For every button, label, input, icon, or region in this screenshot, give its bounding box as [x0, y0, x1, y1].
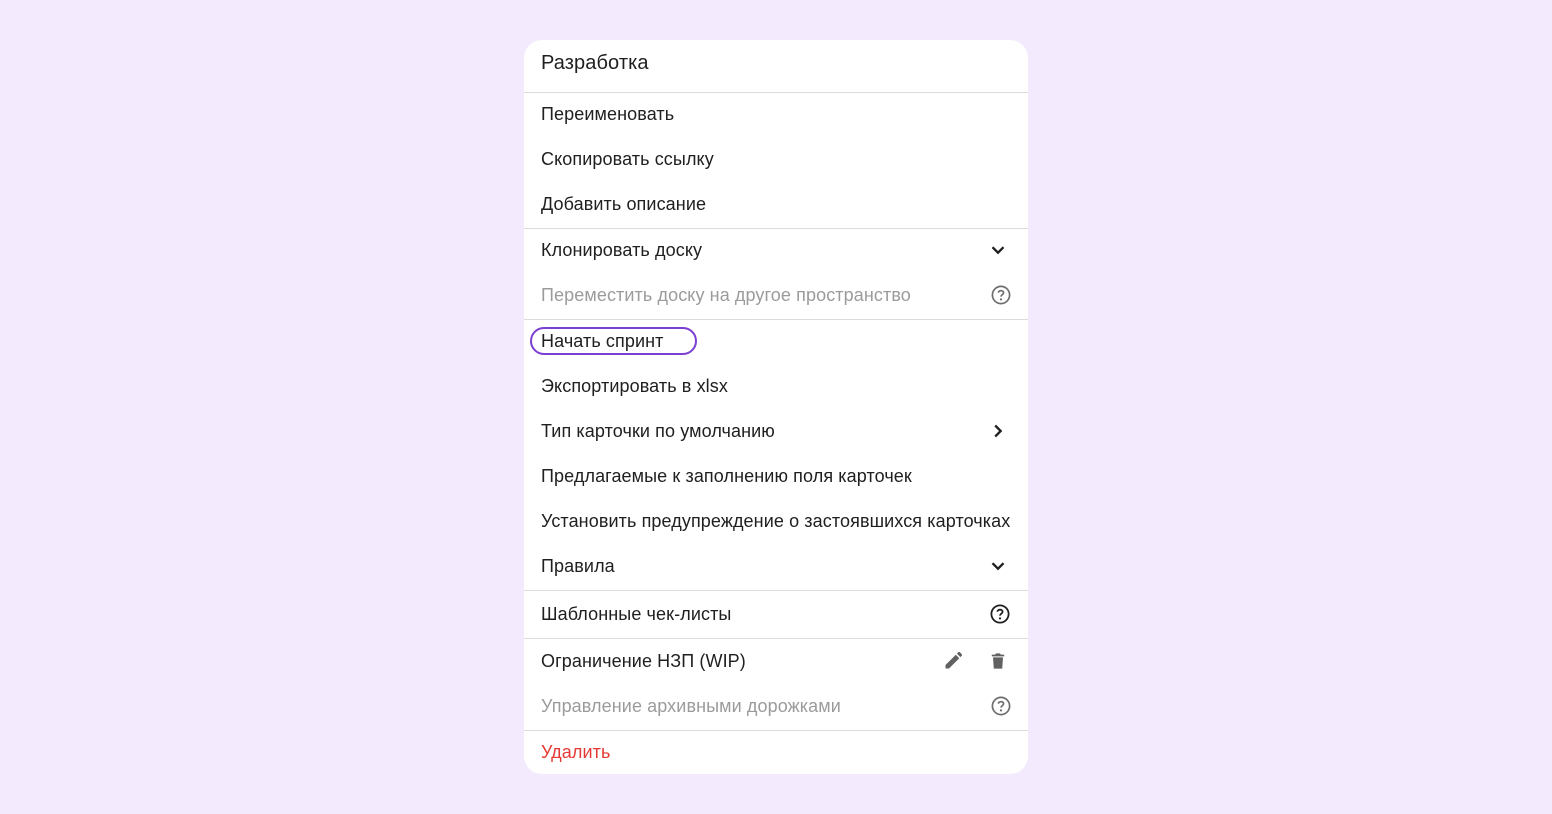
- item-label: Начать спринт: [541, 331, 664, 351]
- add-description-item[interactable]: Добавить описание: [524, 184, 1028, 224]
- divider: [524, 228, 1028, 229]
- clone-board-item[interactable]: Клонировать доску: [524, 230, 1028, 270]
- trash-icon[interactable]: [988, 651, 1008, 671]
- pencil-icon[interactable]: [943, 651, 963, 671]
- move-board-item[interactable]: Переместить доску на другое пространство: [524, 275, 1028, 315]
- start-sprint-item[interactable]: Начать спринт: [524, 321, 1028, 361]
- item-label: Шаблонные чек-листы: [541, 604, 732, 624]
- item-label: Добавить описание: [541, 194, 707, 214]
- chevron-down-icon[interactable]: [988, 240, 1008, 260]
- archive-lanes-item[interactable]: Управление архивными дорожками: [524, 686, 1028, 726]
- rename-item[interactable]: Переименовать: [524, 94, 1028, 134]
- rules-item[interactable]: Правила: [524, 546, 1028, 586]
- export-xlsx-item[interactable]: Экспортировать в xlsx: [524, 366, 1028, 406]
- help-circle-icon[interactable]: [991, 696, 1011, 716]
- default-card-type-item[interactable]: Тип карточки по умолчанию: [524, 411, 1028, 451]
- item-label: Ограничение НЗП (WIP): [541, 651, 746, 671]
- chevron-down-icon[interactable]: [988, 556, 1008, 576]
- item-label: Переименовать: [541, 104, 675, 124]
- board-context-menu: Разработка Переименовать Скопировать ссы…: [524, 40, 1028, 774]
- template-checklists-item[interactable]: Шаблонные чек-листы: [524, 594, 1028, 634]
- item-label: Тип карточки по умолчанию: [541, 421, 775, 441]
- divider: [524, 590, 1028, 591]
- divider: [524, 638, 1028, 639]
- item-label: Правила: [541, 556, 615, 576]
- stale-cards-warning-item[interactable]: Установить предупреждение о застоявшихся…: [524, 501, 1028, 541]
- divider: [524, 319, 1028, 320]
- item-label: Управление архивными дорожками: [541, 696, 841, 716]
- item-label: Переместить доску на другое пространство: [541, 285, 911, 305]
- chevron-right-icon[interactable]: [988, 421, 1008, 441]
- help-circle-icon[interactable]: [990, 604, 1010, 624]
- menu-title: Разработка: [541, 52, 649, 74]
- suggested-fields-item[interactable]: Предлагаемые к заполнению поля карточек: [524, 456, 1028, 496]
- divider: [524, 92, 1028, 93]
- wip-limit-item[interactable]: Ограничение НЗП (WIP): [524, 641, 1028, 681]
- delete-item[interactable]: Удалить: [524, 732, 1028, 772]
- item-label: Скопировать ссылку: [541, 149, 714, 169]
- item-label: Экспортировать в xlsx: [541, 376, 728, 396]
- item-label: Установить предупреждение о застоявшихся…: [541, 511, 1011, 531]
- divider: [524, 730, 1028, 731]
- item-label: Удалить: [541, 742, 611, 762]
- item-label: Клонировать доску: [541, 240, 703, 260]
- item-label: Предлагаемые к заполнению поля карточек: [541, 466, 912, 486]
- copy-link-item[interactable]: Скопировать ссылку: [524, 139, 1028, 179]
- help-circle-icon[interactable]: [991, 285, 1011, 305]
